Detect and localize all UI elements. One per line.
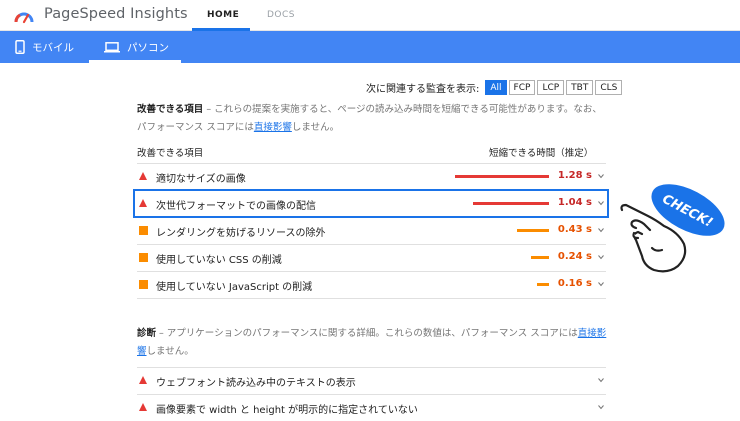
average-square-icon	[139, 253, 148, 262]
tab-mobile-label: モバイル	[32, 41, 74, 54]
active-device-indicator	[89, 60, 181, 63]
column-header-opportunity: 改善できる項目	[137, 148, 204, 159]
diagnostics-title: 診断	[137, 328, 157, 339]
opportunity-label: 適切なサイズの画像	[156, 174, 246, 185]
opportunity-row[interactable]: 使用していない CSS の削減 0.24 s	[137, 244, 606, 271]
top-header: PageSpeed Insights HOME DOCS	[0, 0, 740, 31]
chevron-down-icon[interactable]	[598, 281, 604, 287]
chevron-down-icon[interactable]	[598, 404, 604, 410]
diagnostic-row[interactable]: ウェブフォント読み込み中のテキストの表示	[137, 367, 606, 394]
chevron-down-icon[interactable]	[598, 254, 604, 260]
chevron-down-icon[interactable]	[598, 227, 604, 233]
savings-value: 0.24 s	[557, 251, 592, 262]
opportunity-label: レンダリングを妨げるリソースの除外	[156, 228, 326, 239]
tab-docs[interactable]: DOCS	[267, 10, 295, 20]
filter-fcp-button[interactable]: FCP	[508, 80, 536, 95]
opportunity-row[interactable]: レンダリングを妨げるリソースの除外 0.43 s	[137, 217, 606, 244]
brand-title[interactable]: PageSpeed Insights	[44, 6, 188, 22]
savings-value: 0.16 s	[557, 278, 592, 289]
opportunities-desc-tail: しません。	[291, 122, 340, 133]
fail-triangle-icon	[139, 403, 147, 411]
savings-value: 0.43 s	[557, 224, 592, 235]
opportunities-description: 改善できる項目 – これらの提案を実施すると、ページの読み込み時間を短縮できる可…	[137, 101, 607, 137]
chevron-down-icon[interactable]	[598, 377, 604, 383]
device-tab-bar: モバイル パソコン	[0, 31, 740, 63]
phone-icon	[15, 40, 25, 54]
savings-bar	[537, 283, 549, 286]
opportunities-title: 改善できる項目	[137, 104, 204, 115]
pagespeed-logo-icon[interactable]	[14, 6, 34, 26]
tab-desktop[interactable]: パソコン	[104, 31, 169, 63]
diagnostics-desc-text: – アプリケーションのパフォーマンスに関する詳細。これらの数値は、パフォーマンス…	[156, 328, 578, 339]
filter-lcp-button[interactable]: LCP	[537, 80, 565, 95]
tab-home[interactable]: HOME	[207, 10, 239, 20]
diagnostic-label: 画像要素で width と height が明示的に指定されていない	[156, 405, 418, 416]
filter-label: 次に関連する監査を表示:	[366, 84, 480, 95]
filter-cls-button[interactable]: CLS	[595, 80, 623, 95]
opportunity-label: 使用していない CSS の削減	[156, 255, 282, 266]
opportunity-label: 使用していない JavaScript の削減	[156, 282, 313, 293]
fail-triangle-icon	[139, 172, 147, 180]
diagnostic-row[interactable]: 画像要素で width と height が明示的に指定されていない	[137, 394, 606, 421]
filter-tbt-button[interactable]: TBT	[566, 80, 594, 95]
audit-filter: 次に関連する監査を表示: All FCP LCP TBT CLS	[366, 80, 623, 95]
divider	[137, 298, 606, 299]
average-square-icon	[139, 226, 148, 235]
savings-value: 1.28 s	[557, 170, 592, 181]
opportunity-row[interactable]: 使用していない JavaScript の削減 0.16 s	[137, 271, 606, 298]
laptop-icon	[104, 41, 120, 52]
highlight-frame	[133, 189, 609, 218]
direct-impact-link[interactable]: 直接影響	[254, 122, 292, 133]
tab-mobile[interactable]: モバイル	[15, 31, 74, 63]
savings-bar	[455, 175, 549, 178]
savings-bar	[517, 229, 549, 232]
opportunities-desc-text: – これらの提案を実施すると、ページの読み込み時間を短縮できる可能性があります。…	[137, 104, 602, 133]
average-square-icon	[139, 280, 148, 289]
filter-all-button[interactable]: All	[485, 80, 507, 95]
diagnostics-desc-tail: しません。	[146, 346, 194, 357]
diagnostic-label: ウェブフォント読み込み中のテキストの表示	[156, 378, 356, 389]
chevron-down-icon[interactable]	[598, 173, 604, 179]
opportunity-row[interactable]: 適切なサイズの画像 1.28 s	[137, 163, 606, 190]
check-pointing-hand-illustration: CHECK!	[620, 184, 725, 273]
fail-triangle-icon	[139, 376, 147, 384]
tab-desktop-label: パソコン	[127, 41, 169, 54]
diagnostics-description: 診断 – アプリケーションのパフォーマンスに関する詳細。これらの数値は、パフォー…	[137, 325, 607, 361]
column-header-savings: 短縮できる時間（推定）	[489, 148, 594, 159]
savings-bar	[531, 256, 549, 259]
